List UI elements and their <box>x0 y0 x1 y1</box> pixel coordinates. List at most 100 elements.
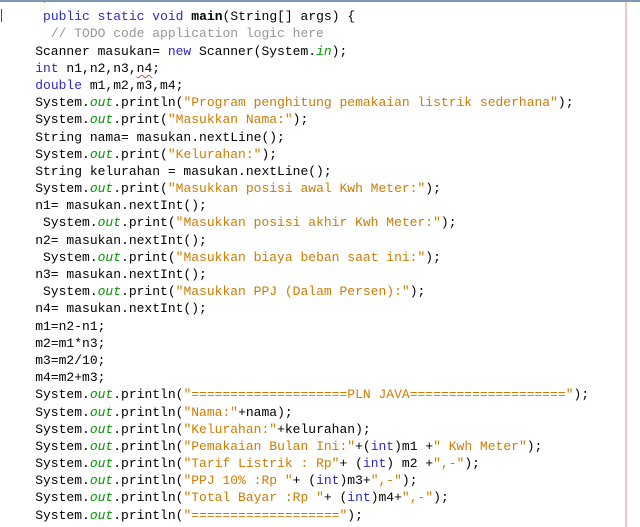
code-token: ",-" <box>401 490 434 506</box>
code-line: m3=m2/10; <box>4 352 589 369</box>
code-token: System. <box>4 215 98 231</box>
code-line: m4=m2+m3; <box>4 369 589 386</box>
code-token: m1,m2,m3,m4; <box>82 77 184 93</box>
code-token: .println( <box>113 95 184 111</box>
code-token: "Tarif Listrik : Rp" <box>183 456 340 472</box>
code-token: System. <box>4 456 90 472</box>
code-token: .println( <box>113 456 184 472</box>
code-line: m1=n2-n1; <box>4 318 589 335</box>
code-line: System.out.println("Total Bayar :Rp "+ (… <box>4 489 589 506</box>
code-token: out <box>89 438 114 454</box>
code-token: "===================" <box>183 507 348 523</box>
code-token: .println( <box>113 421 184 437</box>
code-token: "Kelurahan:" <box>167 146 262 162</box>
code-token: n2= masukan.nextInt(); <box>4 232 207 248</box>
code-token: ",-" <box>370 473 402 489</box>
code-token: ; <box>152 60 161 76</box>
code-area[interactable]: */ public static void main(String[] args… <box>0 0 589 524</box>
code-token: System. <box>4 249 98 265</box>
code-token: ); <box>401 473 418 489</box>
code-token: System. <box>4 284 98 300</box>
code-token: ); <box>292 112 309 128</box>
code-token: new <box>167 43 192 59</box>
code-token: void <box>152 9 184 25</box>
code-token: .print( <box>113 146 168 162</box>
code-token: out <box>97 284 122 300</box>
code-token: out <box>89 387 114 403</box>
code-token: out <box>89 112 114 128</box>
code-token: + ( <box>323 490 348 506</box>
code-token: out <box>89 181 114 197</box>
code-token: String nama= masukan.nextLine(); <box>4 129 285 145</box>
code-token: ",-" <box>433 456 465 472</box>
code-token: n1,n2,n3, <box>58 60 137 76</box>
code-token: ); <box>261 146 278 162</box>
code-token: "Masukkan Nama:" <box>167 112 293 128</box>
code-token: "PPJ 10% :Rp " <box>183 473 293 489</box>
code-token: "Masukkan posisi akhir Kwh Meter:" <box>175 215 441 231</box>
code-line: System.out.println("Nama:"+nama); <box>4 404 589 421</box>
code-token: Scanner(System. <box>191 43 317 59</box>
code-token: "Pemakaian Bulan Ini:" <box>183 438 356 454</box>
code-token: double <box>35 77 83 93</box>
code-token: "Masukkan biaya beban saat ini:" <box>175 249 426 265</box>
code-token: ); <box>409 284 426 300</box>
code-line: */ <box>4 0 589 8</box>
code-token: ); <box>440 215 457 231</box>
code-token: .println( <box>113 507 184 523</box>
code-token: System. <box>4 387 90 403</box>
code-token: m1=n2-n1; <box>4 318 106 334</box>
code-token: "Program penghitung pemakaian listrik se… <box>183 95 558 111</box>
code-token: out <box>89 146 114 162</box>
code-editor[interactable]: */ public static void main(String[] args… <box>0 0 640 527</box>
code-token: ) m2 + <box>386 456 434 472</box>
code-token: m4=m2+m3; <box>4 370 106 386</box>
code-line: String nama= masukan.nextLine(); <box>4 129 589 146</box>
code-token: ); <box>331 43 348 59</box>
code-token: System. <box>4 146 90 162</box>
code-token: out <box>89 456 114 472</box>
code-token: m3=m2/10; <box>4 352 106 368</box>
code-token: int <box>370 438 395 454</box>
code-token: +( <box>355 438 371 454</box>
code-token: ); <box>425 181 441 197</box>
code-token: +nama); <box>238 404 293 420</box>
code-token: .println( <box>113 404 184 420</box>
code-token: )m3+ <box>339 473 371 489</box>
code-line: public static void main(String[] args) { <box>4 8 589 25</box>
code-line: Scanner masukan= new Scanner(System.in); <box>4 43 589 60</box>
code-line: // TODO code application logic here <box>4 25 589 42</box>
right-margin-guide <box>625 0 627 527</box>
code-token: out <box>89 507 114 523</box>
error-underlined-token: n4 <box>136 60 153 76</box>
code-token: + ( <box>292 473 317 489</box>
code-line: System.out.println("Pemakaian Bulan Ini:… <box>4 438 589 455</box>
code-token: .println( <box>113 387 184 403</box>
code-token: "Kelurahan:" <box>183 421 278 437</box>
code-line: int n1,n2,n3,n4; <box>4 60 589 77</box>
code-token: .print( <box>113 181 168 197</box>
code-token: +kelurahan); <box>277 421 371 437</box>
code-token: ); <box>425 249 441 265</box>
code-token: n4= masukan.nextInt(); <box>4 301 207 317</box>
code-line: System.out.print("Kelurahan:"); <box>4 146 589 163</box>
code-token: System. <box>4 473 90 489</box>
code-token: public <box>43 9 90 25</box>
code-token: "====================PLN JAVA===========… <box>183 387 574 403</box>
code-line: System.out.println("Program penghitung p… <box>4 94 589 111</box>
code-token: out <box>89 95 114 111</box>
code-token: out <box>97 215 122 231</box>
code-line: System.out.println("Kelurahan:"+keluraha… <box>4 421 589 438</box>
code-token: System. <box>4 421 90 437</box>
code-token: int <box>362 456 387 472</box>
code-token: .println( <box>113 438 184 454</box>
code-line: System.out.print("Masukkan Nama:"); <box>4 111 589 128</box>
code-token: System. <box>4 181 90 197</box>
code-token: m2=m1*n3; <box>4 335 106 351</box>
code-token: ); <box>464 456 480 472</box>
code-token: " Kwh Meter" <box>433 438 527 454</box>
